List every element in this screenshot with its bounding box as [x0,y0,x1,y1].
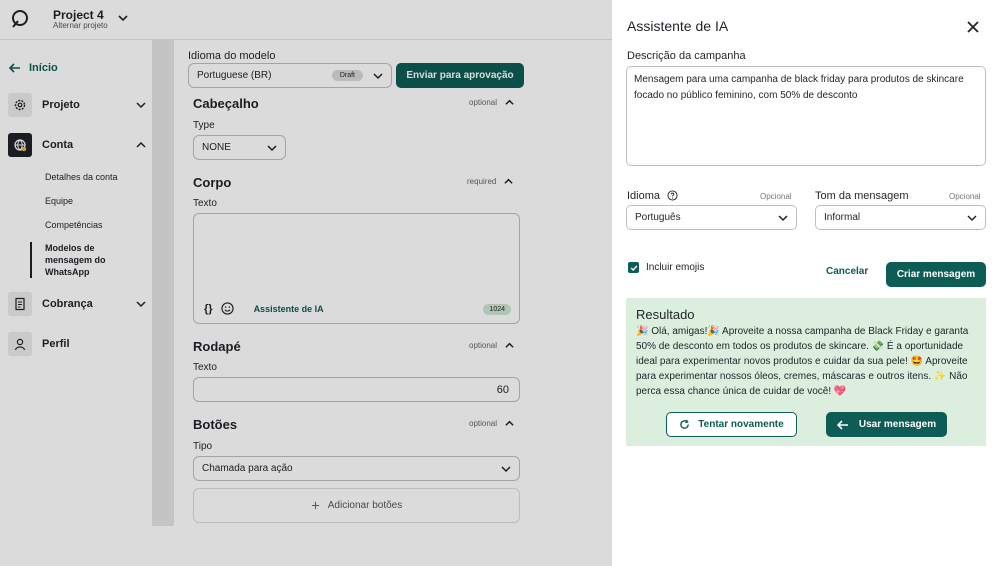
modal-overlay[interactable] [0,0,612,566]
tone-value: Informal [824,212,861,223]
language-select[interactable]: Português [626,205,797,230]
check-icon [630,265,637,271]
chevron-down-icon [778,214,788,221]
cancel-button[interactable]: Cancelar [826,266,868,277]
result-panel: Resultado 🎉 Olá, amigas!🎉 Aproveite a no… [626,298,986,446]
tone-select[interactable]: Informal [815,205,986,230]
language-label-text: Idioma [627,190,661,202]
chevron-down-icon [967,214,977,221]
tone-optional-hint: Opcional [949,192,981,201]
help-circle-icon[interactable] [667,190,678,201]
retry-label: Tentar novamente [698,419,784,430]
use-label: Usar mensagem [858,419,937,430]
include-emojis-checkbox-row[interactable]: Incluir emojis [628,262,704,273]
tone-label: Tom da mensagem [815,190,909,202]
language-optional-hint: Opcional [760,192,792,201]
use-message-button[interactable]: Usar mensagem [826,412,947,437]
retry-button[interactable]: Tentar novamente [666,412,797,437]
result-title: Resultado [636,307,695,322]
result-text: 🎉 Olá, amigas!🎉 Aproveite a nossa campan… [636,326,969,397]
create-message-button[interactable]: Criar mensagem [886,262,986,287]
ai-assistant-drawer: Assistente de IA Descrição da campanha M… [612,0,999,566]
include-emojis-checkbox[interactable] [628,262,639,273]
language-value: Português [635,212,681,223]
refresh-icon [680,419,690,429]
drawer-title: Assistente de IA [627,18,729,34]
language-label: Idioma [627,190,678,202]
arrow-left-icon [836,419,848,430]
include-emojis-label: Incluir emojis [646,262,705,273]
campaign-description-textarea[interactable]: Mensagem para uma campanha de black frid… [626,66,986,166]
close-icon[interactable] [966,20,980,34]
description-label: Descrição da campanha [627,50,746,62]
